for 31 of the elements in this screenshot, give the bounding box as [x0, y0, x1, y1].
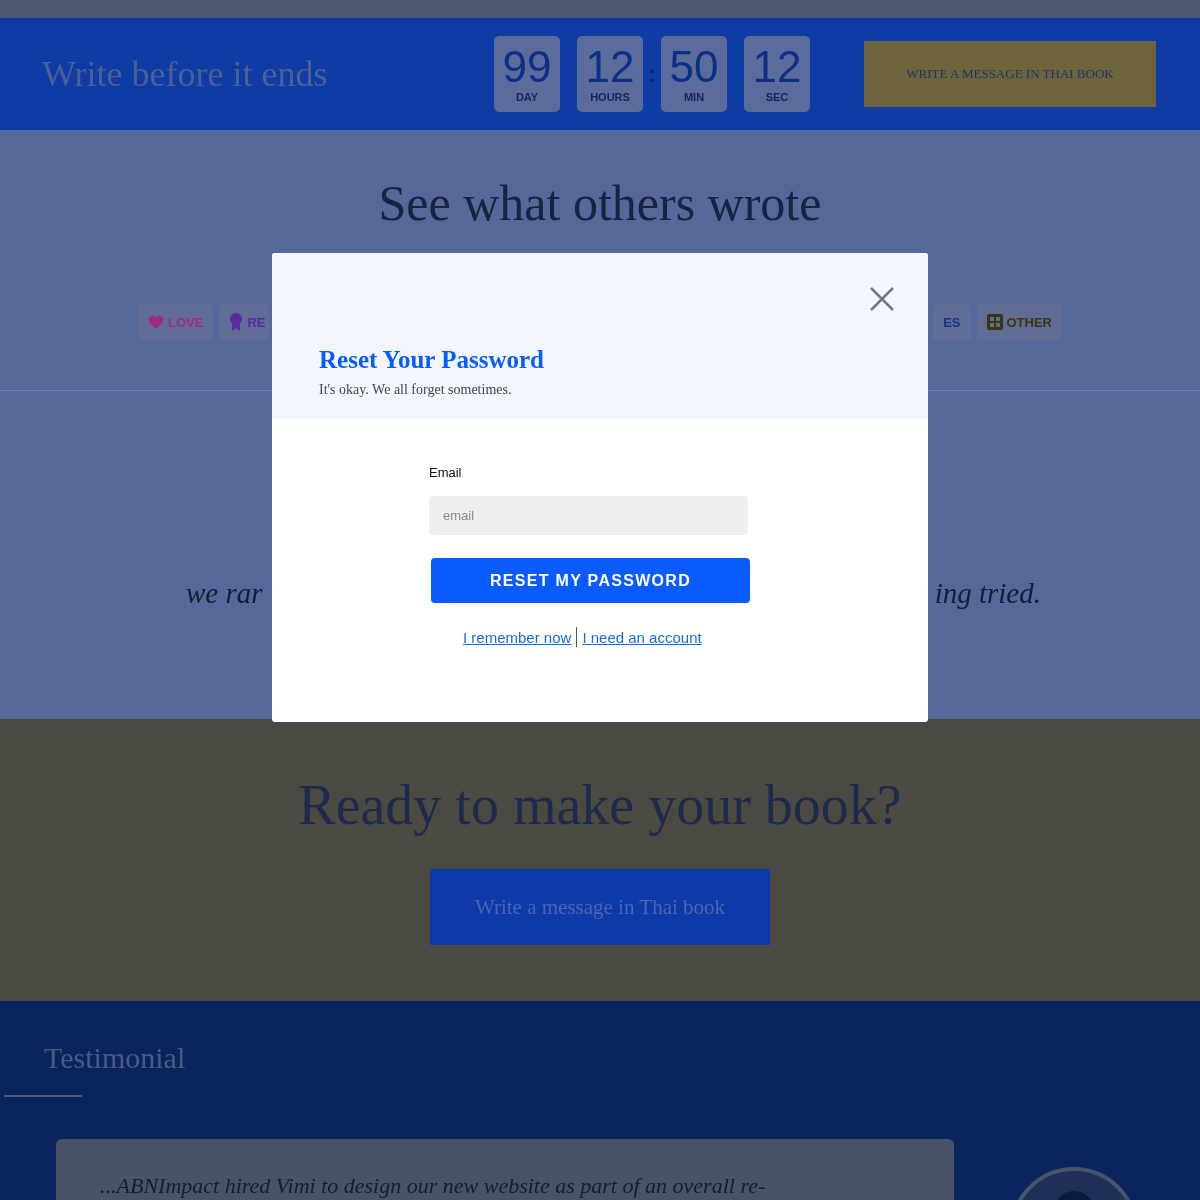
write-message-button[interactable]: Write a message in Thai book — [430, 869, 770, 945]
countdown-unit: DAY — [515, 91, 539, 103]
countdown-value: 12 — [752, 45, 802, 89]
countdown-unit: HOURS — [590, 91, 630, 103]
category-tag[interactable]: LOVE — [138, 304, 214, 340]
quote-text: ing tried. — [934, 576, 1041, 610]
email-label: Email — [429, 465, 462, 480]
quote-text: we rar — [186, 576, 263, 610]
countdown-separator: : — [648, 60, 656, 88]
countdown-value: 50 — [669, 45, 719, 89]
countdown-value: 12 — [585, 45, 635, 89]
dialog-title: Reset Your Password — [319, 346, 545, 374]
section-heading: See what others wrote — [378, 174, 822, 232]
countdown-unit: MIN — [683, 91, 705, 103]
countdown-unit: SEC — [765, 91, 789, 103]
countdown-value: 99 — [502, 45, 552, 89]
header-title: Write before it ends — [42, 53, 329, 95]
reset-password-button[interactable]: RESET MY PASSWORD — [431, 558, 750, 603]
grid-icon — [986, 314, 1003, 330]
heart-icon — [148, 314, 164, 330]
category-tag[interactable]: RE — [219, 304, 270, 340]
category-tag[interactable]: OTHER — [976, 304, 1062, 340]
dialog-subtitle: It's okay. We all forget sometimes. — [319, 382, 513, 398]
text-link[interactable]: I remember now — [463, 628, 572, 646]
close-button[interactable] — [869, 286, 895, 312]
text-link[interactable]: I need an account — [582, 628, 702, 646]
ribbon-icon — [229, 312, 244, 332]
section-heading: Testimonial — [44, 1041, 187, 1075]
category-tag[interactable]: ES — [933, 304, 971, 340]
write-message-button[interactable]: WRITE A MESSAGE IN THAI BOOK — [864, 41, 1156, 107]
email-field[interactable]: email — [429, 496, 748, 535]
